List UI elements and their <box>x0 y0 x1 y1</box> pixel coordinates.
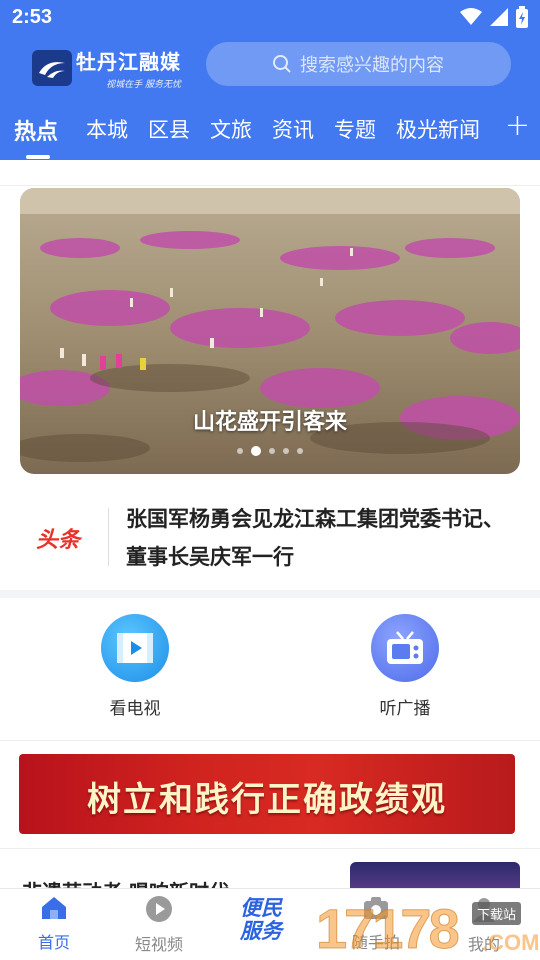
nav-short-video[interactable]: 短视频 <box>119 895 199 955</box>
headline-title: 张国军杨勇会见龙江森工集团党委书记、董事长吴庆军一行 <box>126 506 504 569</box>
channel-tabs: 热点 本城 区县 文旅 资讯 专题 极光新闻 + <box>0 106 540 159</box>
tab-local-city[interactable]: 本城 <box>86 114 128 144</box>
carousel-dot <box>297 448 303 454</box>
plus-icon[interactable]: + <box>505 108 530 143</box>
slogan-text: 树立和践行正确政绩观 <box>87 780 447 820</box>
radio-icon <box>371 614 439 682</box>
nav-home-label: 首页 <box>37 933 70 952</box>
watermark-number: 17178 <box>316 897 461 960</box>
headline-news[interactable]: 头条 张国军杨勇会见龙江森工集团党委书记、董事长吴庆军一行 <box>0 498 540 586</box>
banner-caption: 山花盛开引客来 <box>192 409 347 435</box>
wifi-icon <box>460 8 482 25</box>
search-bar[interactable]: 搜索感兴趣的内容 <box>206 42 511 86</box>
logo-slogan: 视城在手 服务无忧 <box>106 80 181 90</box>
tab-hot[interactable]: 热点 <box>14 114 58 146</box>
carousel-dot-active <box>251 446 261 456</box>
carousel-dots <box>20 446 520 456</box>
battery-icon <box>516 6 528 28</box>
carousel-dot <box>237 448 243 454</box>
status-bar: 2:53 <box>0 0 540 36</box>
watermark-tag: 下载站 <box>472 902 522 925</box>
watch-tv-entry[interactable]: 看电视 <box>65 614 205 719</box>
status-time: 2:53 <box>12 6 53 28</box>
headline-badge: 头条 <box>36 528 81 553</box>
divider <box>108 508 109 566</box>
tab-topics[interactable]: 专题 <box>334 114 376 144</box>
tab-aurora-news[interactable]: 极光新闻 <box>396 114 480 144</box>
nav-home[interactable]: 首页 <box>14 895 94 953</box>
home-icon <box>42 897 66 919</box>
carousel-dot <box>269 448 275 454</box>
divider <box>0 848 540 849</box>
signal-icon <box>490 8 508 26</box>
status-icons <box>460 6 528 28</box>
tab-news-info[interactable]: 资讯 <box>272 114 314 144</box>
tv-film-icon <box>101 614 169 682</box>
app-logo: 牡丹江融媒 视城在手 服务无忧 <box>32 46 181 90</box>
logo-mark-icon <box>32 50 72 86</box>
search-placeholder: 搜索感兴趣的内容 <box>300 55 444 76</box>
watermark-logo: 17178 .COM 下载站 <box>316 896 540 960</box>
tab-districts[interactable]: 区县 <box>148 114 190 144</box>
nav-short-video-label: 短视频 <box>134 935 183 954</box>
divider <box>0 740 540 741</box>
active-tab-indicator <box>26 155 50 159</box>
watermark-domain: .COM <box>482 930 540 955</box>
app-header: 2:53 牡丹江融媒 视城在手 服务无忧 搜索感兴趣的内容 热点 本城 区县 文… <box>0 0 540 160</box>
play-icon <box>146 896 172 922</box>
listen-radio-label: 听广播 <box>379 699 431 719</box>
tab-culture-tourism[interactable]: 文旅 <box>210 114 252 144</box>
logo-title: 牡丹江融媒 <box>76 50 181 74</box>
search-icon <box>273 55 291 73</box>
listen-radio-entry[interactable]: 听广播 <box>335 614 475 719</box>
carousel-dot <box>283 448 289 454</box>
banner-carousel[interactable]: 山花盛开引客来 <box>20 188 520 474</box>
section-gap <box>0 590 540 598</box>
slogan-banner[interactable]: 树立和践行正确政绩观 <box>19 754 515 834</box>
watch-tv-label: 看电视 <box>109 699 161 719</box>
nav-service[interactable]: 便民 服务 <box>232 897 290 943</box>
divider <box>0 185 540 186</box>
